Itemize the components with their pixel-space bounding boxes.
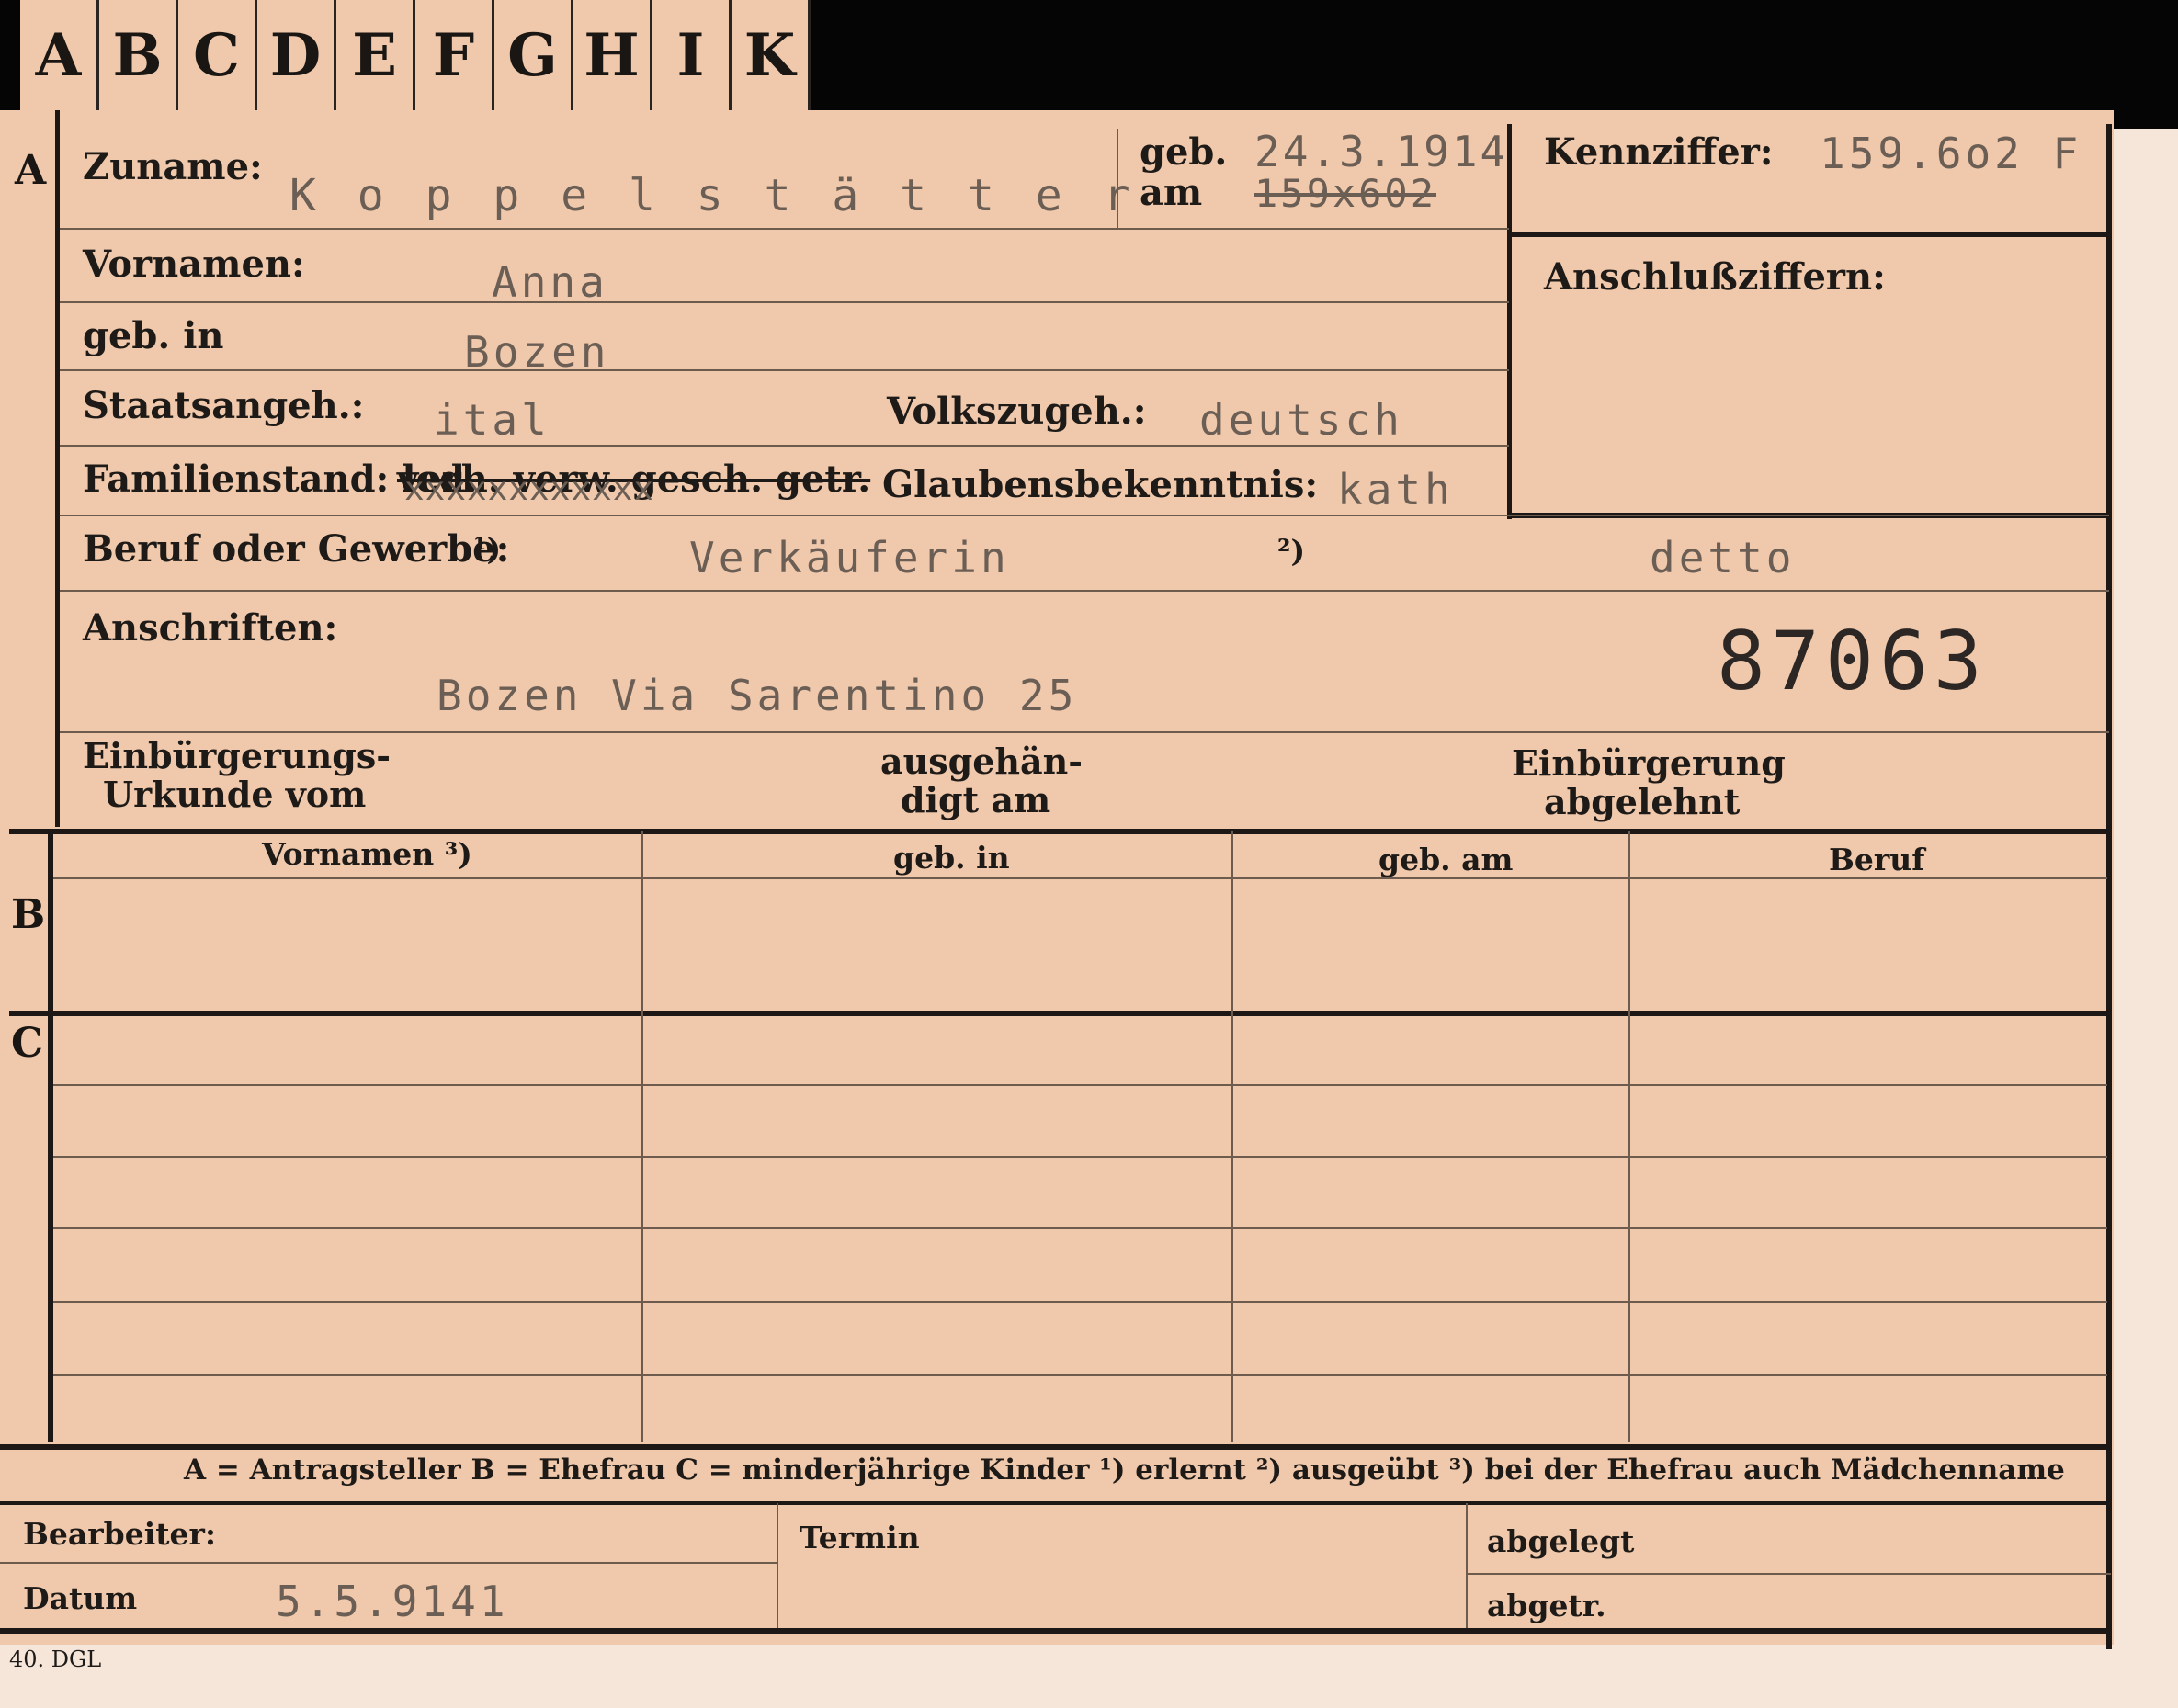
vornamen-value[interactable]: Anna <box>492 257 608 307</box>
datum-label: Datum <box>23 1580 138 1616</box>
table-header-beruf: Beruf <box>1829 842 1925 877</box>
right-border <box>2106 124 2112 1649</box>
table-row-line-1 <box>53 1084 2107 1086</box>
table-row-line-2 <box>53 1156 2107 1158</box>
tab-c[interactable]: C <box>178 0 257 110</box>
bearbeiter-label: Bearbeiter: <box>23 1516 217 1552</box>
line-gebin <box>60 369 1509 371</box>
table-header-line <box>53 877 2107 879</box>
datum-value[interactable]: 5.5.9141 <box>276 1577 509 1626</box>
geb-struck-value: 159x602 <box>1254 171 1437 216</box>
line-staat <box>60 445 1509 447</box>
tab-d[interactable]: D <box>257 0 336 110</box>
einbuergerung-abgelehnt-line2: abgelehnt <box>1544 781 1741 822</box>
footer-divider-2 <box>1466 1503 1468 1630</box>
geb-date-value[interactable]: 24.3.1914 <box>1254 127 1508 176</box>
einbuergerung-urkunde-line2: Urkunde vom <box>103 774 367 815</box>
beruf-value-1[interactable]: Verkäuferin <box>689 533 1010 583</box>
einbuergerung-urkunde-line1: Einbürgerungs- <box>83 735 391 776</box>
tab-i[interactable]: I <box>652 0 732 110</box>
line-zuname <box>60 228 1509 230</box>
ausgehaendigt-line1: ausgehän- <box>880 741 1083 782</box>
glaube-value[interactable]: kath <box>1337 465 1454 515</box>
staat-label: Staatsangeh.: <box>83 384 365 427</box>
volk-value[interactable]: deutsch <box>1199 395 1403 445</box>
kennziffer-value[interactable]: 159.6o2 F <box>1820 129 2082 178</box>
ausgehaendigt-line2: digt am <box>901 779 1051 820</box>
abgelegt-label: abgelegt <box>1487 1523 1635 1559</box>
anschluss-label: Anschlußziffern: <box>1544 255 1886 299</box>
gebin-value[interactable]: Bozen <box>464 327 609 377</box>
gebin-label: geb. in <box>83 314 224 357</box>
tab-h[interactable]: H <box>573 0 652 110</box>
table-header-gebin: geb. in <box>893 840 1010 876</box>
table-top-border <box>9 829 2109 834</box>
legend-top-border <box>0 1444 2112 1450</box>
table-col-divider-3 <box>1628 831 1630 1442</box>
footer-bottom-border <box>0 1628 2112 1634</box>
staat-value[interactable]: ital <box>434 395 550 445</box>
termin-label: Termin <box>800 1520 920 1555</box>
familie-xs: xxxxxxxxxxxx <box>404 470 655 508</box>
tab-b[interactable]: B <box>99 0 178 110</box>
footer-divider-1 <box>777 1503 778 1630</box>
abgetr-label: abgetr. <box>1487 1588 1606 1623</box>
table-row-line-3 <box>53 1227 2107 1229</box>
legend-text: A = Antragsteller B = Ehefrau C = minder… <box>184 1453 2065 1487</box>
legend-bottom-border <box>0 1501 2112 1505</box>
zuname-label: Zuname: <box>83 145 263 188</box>
table-col-divider-2 <box>1231 831 1233 1442</box>
line-beruf <box>60 590 2109 592</box>
am-label: am <box>1140 171 1203 214</box>
line-anschrift <box>60 731 2109 733</box>
zuname-value[interactable]: K o p p e l s t ä t t e r <box>289 170 1137 221</box>
table-header-vornamen: Vornamen ³) <box>262 836 472 872</box>
line-familie <box>60 515 2109 516</box>
line-vornamen <box>60 301 1509 303</box>
bottom-margin <box>0 1645 2178 1708</box>
table-bc-divider <box>9 1011 2109 1016</box>
table-header-gebam: geb. am <box>1378 842 1514 877</box>
beruf-note-1: ¹) <box>473 531 502 567</box>
section-marker-b: B <box>11 891 46 938</box>
table-left-border <box>48 831 53 1442</box>
tab-g[interactable]: G <box>494 0 573 110</box>
beruf-note-2: ²) <box>1277 533 1306 569</box>
kennziffer-label: Kennziffer: <box>1544 130 1774 174</box>
footer-line-left <box>0 1562 777 1564</box>
kennziffer-box-left <box>1507 124 1512 519</box>
print-code: 40. DGL <box>9 1646 102 1672</box>
einbuergerung-abgelehnt-line1: Einbürgerung <box>1512 742 1786 784</box>
anschrift-label: Anschriften: <box>83 606 338 650</box>
glaube-label: Glaubensbekenntnis: <box>882 463 1319 506</box>
table-row-line-5 <box>53 1374 2107 1376</box>
left-border <box>55 110 60 827</box>
table-row-line-4 <box>53 1301 2107 1303</box>
volk-label: Volkszugeh.: <box>887 390 1147 433</box>
beruf-value-2[interactable]: detto <box>1650 533 1795 583</box>
table-col-divider-1 <box>641 831 643 1442</box>
section-marker-c: C <box>11 1020 44 1067</box>
anschrift-value[interactable]: Bozen Via Sarentino 25 <box>437 671 1077 720</box>
section-marker-a: A <box>15 147 47 194</box>
tab-f[interactable]: F <box>415 0 494 110</box>
vornamen-label: Vornamen: <box>83 243 305 286</box>
tab-e[interactable]: E <box>336 0 415 110</box>
alphabet-tabs: A B C D E F G H I K <box>20 0 811 110</box>
stamped-number: 87063 <box>1717 614 1988 708</box>
beruf-label: Beruf oder Gewerbe: <box>83 527 510 571</box>
kennziffer-box-divider <box>1512 232 2109 237</box>
geb-label: geb. <box>1140 130 1228 174</box>
tab-a[interactable]: A <box>20 0 99 110</box>
tab-k[interactable]: K <box>732 0 811 110</box>
footer-line-right <box>1468 1573 2111 1575</box>
